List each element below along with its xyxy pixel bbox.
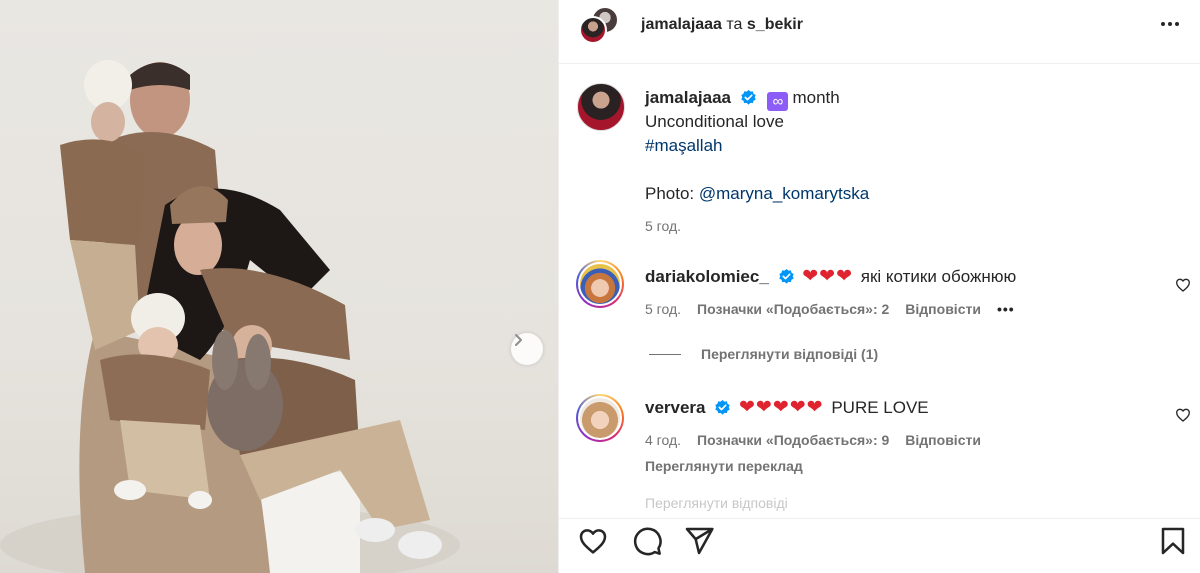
post-header: jamalajaaa та s_bekir [559, 0, 1200, 64]
chevron-right-icon [515, 334, 522, 346]
reply-button[interactable]: Відповісти [905, 301, 981, 317]
verified-badge-icon [715, 399, 730, 415]
cut-off-text: Переглянути відповіді [645, 495, 788, 511]
action-bar [559, 518, 1200, 573]
author-link[interactable]: s_bekir [747, 16, 803, 33]
hearts-emoji: ❤❤❤❤❤ [738, 397, 824, 418]
more-options-icon[interactable] [1157, 14, 1183, 34]
caption-badge-text: month [792, 88, 840, 107]
comment-icon[interactable] [631, 525, 663, 557]
post-side-panel: jamalajaaa та s_bekir jamalajaaa ∞ month … [558, 0, 1200, 573]
see-translation-button[interactable]: Переглянути переклад [645, 458, 1135, 474]
hearts-emoji: ❤❤❤ [802, 266, 854, 287]
comment-likes[interactable]: Позначки «Подобається»: 9 [697, 432, 889, 448]
comment-timestamp[interactable]: 5 год. [645, 301, 681, 317]
mention-link[interactable]: @maryna_komarytska [699, 184, 869, 203]
view-replies-button[interactable]: Переглянути відповіді (1) [649, 346, 878, 362]
author-link[interactable]: jamalajaaa [641, 16, 722, 33]
verified-badge-icon [778, 268, 794, 284]
infinity-icon: ∞ [767, 92, 789, 111]
comment-username[interactable]: dariakolomiec_ [645, 267, 769, 286]
like-comment-icon[interactable] [1175, 277, 1191, 293]
hashtag-link[interactable]: #maşallah [645, 136, 723, 155]
bookmark-icon[interactable] [1157, 525, 1189, 557]
replies-divider [649, 353, 681, 355]
avatar [579, 16, 607, 44]
caption-timestamp[interactable]: 5 год. [645, 218, 1165, 234]
commenter-avatar[interactable] [576, 394, 624, 442]
comment-text: PURE LOVE [831, 398, 929, 417]
send-icon[interactable] [683, 525, 715, 557]
next-photo-button[interactable] [511, 333, 543, 365]
comment-timestamp[interactable]: 4 год. [645, 432, 681, 448]
view-replies-label: Переглянути відповіді (1) [701, 346, 879, 362]
heart-icon[interactable] [577, 525, 609, 557]
comment-username[interactable]: ververa [645, 398, 706, 417]
commenter-avatar[interactable] [576, 260, 624, 308]
family-photo [0, 60, 460, 573]
like-comment-icon[interactable] [1175, 407, 1191, 423]
caption-text: Unconditional love [645, 112, 784, 131]
post-photo[interactable] [0, 0, 558, 573]
comment-options-button[interactable]: ••• [997, 301, 1015, 317]
comment-text: які котики обожнюю [860, 267, 1017, 286]
collab-avatars[interactable] [579, 6, 623, 50]
authors-connector: та [726, 16, 743, 33]
reply-button[interactable]: Відповісти [905, 432, 981, 448]
verified-badge-icon [741, 89, 756, 105]
comment-likes[interactable]: Позначки «Подобається»: 2 [697, 301, 889, 317]
comment-item: dariakolomiec_ ❤❤❤ які котики обожнюю 5 … [645, 265, 1135, 319]
comment-item: ververa ❤❤❤❤❤ PURE LOVE 4 год. Позначки … [645, 396, 1135, 474]
caption-username[interactable]: jamalajaaa [645, 88, 731, 107]
comments-section[interactable]: jamalajaaa ∞ month Unconditional love #ma… [559, 65, 1200, 518]
photo-credit-label: Photo: [645, 184, 695, 203]
author-avatar[interactable] [577, 83, 625, 131]
post-authors: jamalajaaa та s_bekir [641, 16, 803, 34]
post-caption: jamalajaaa ∞ month Unconditional love #ma… [645, 86, 1165, 234]
